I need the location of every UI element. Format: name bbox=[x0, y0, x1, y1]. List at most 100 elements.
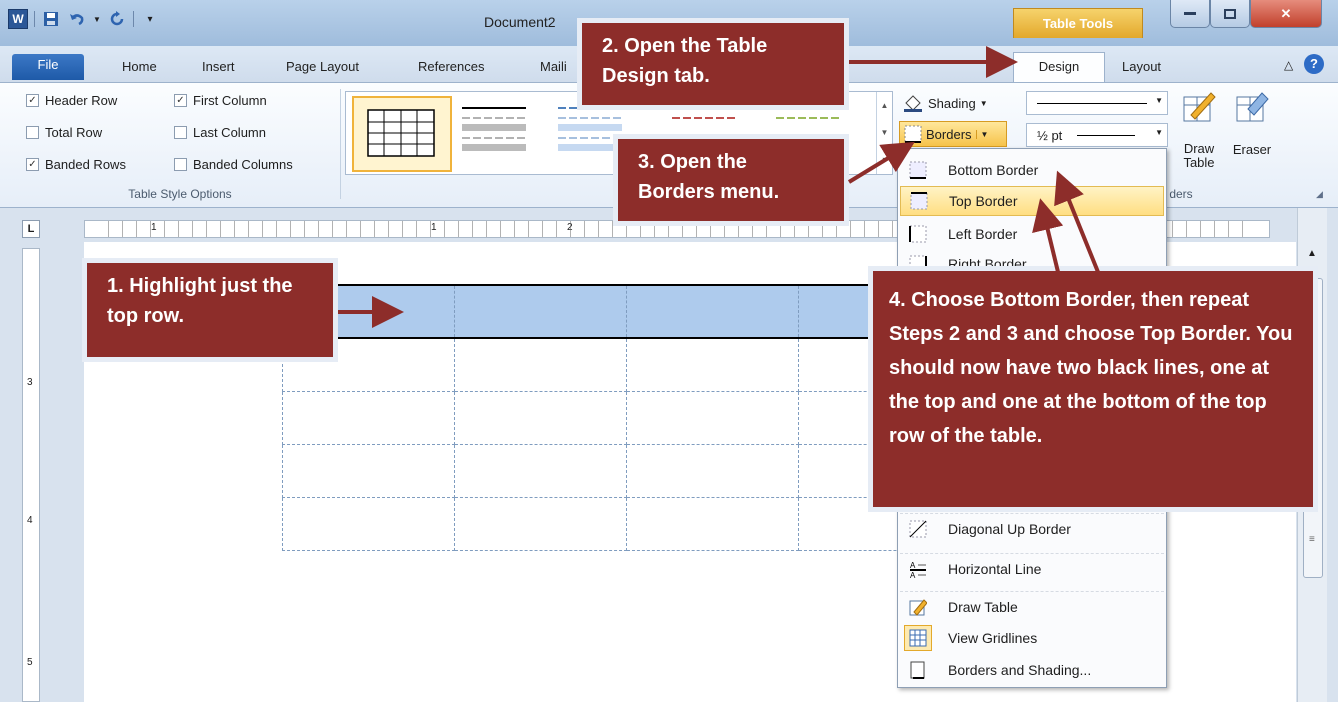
light-shading-style-icon bbox=[462, 107, 526, 151]
last-column-checkbox[interactable]: Last Column bbox=[174, 125, 266, 140]
shading-dropdown-icon[interactable]: ▼ bbox=[980, 99, 988, 108]
draw-table-button[interactable]: Draw Table bbox=[1176, 89, 1222, 175]
maximize-icon bbox=[1224, 8, 1236, 19]
eraser-button[interactable]: Eraser bbox=[1228, 89, 1276, 175]
table-cell[interactable] bbox=[282, 390, 455, 445]
tab-layout[interactable]: Layout bbox=[1112, 56, 1171, 82]
gallery-up-icon[interactable]: ▲ bbox=[877, 92, 892, 119]
minimize-icon bbox=[1184, 12, 1196, 15]
total-row-checkbox[interactable]: Total Row bbox=[26, 125, 102, 140]
callout-step-4: 4. Choose Bottom Border, then repeat Ste… bbox=[868, 266, 1318, 512]
left-border-icon bbox=[904, 221, 932, 247]
table-cell[interactable] bbox=[626, 390, 799, 445]
undo-icon[interactable] bbox=[67, 9, 87, 29]
gallery-more-icon[interactable]: ▾ bbox=[877, 146, 892, 173]
save-icon[interactable] bbox=[41, 9, 61, 29]
top-border-icon bbox=[905, 188, 933, 214]
document-title: Document2 bbox=[484, 14, 556, 30]
banded-columns-label: Banded Columns bbox=[193, 157, 293, 172]
tab-insert[interactable]: Insert bbox=[192, 56, 245, 82]
check-icon: ✓ bbox=[26, 158, 39, 171]
svg-text:A: A bbox=[910, 561, 916, 570]
borders-grid-icon bbox=[904, 125, 922, 143]
first-column-checkbox[interactable]: ✓ First Column bbox=[174, 93, 267, 108]
banded-rows-label: Banded Rows bbox=[45, 157, 126, 172]
table-style-light-shading[interactable] bbox=[462, 102, 526, 158]
table-cell[interactable] bbox=[454, 390, 627, 445]
minimize-ribbon-icon[interactable]: △ bbox=[1284, 58, 1293, 72]
eraser-label: Eraser bbox=[1232, 142, 1272, 157]
tab-selector[interactable]: L bbox=[22, 220, 40, 238]
pen-weight-value: ½ pt bbox=[1037, 128, 1063, 143]
bottom-border-icon bbox=[904, 157, 932, 183]
gallery-down-icon[interactable]: ▼ bbox=[877, 119, 892, 146]
borders-dropdown-icon[interactable]: ▼ bbox=[975, 129, 988, 139]
menu-label: View Gridlines bbox=[948, 630, 1038, 646]
pen-weight-dropdown-icon[interactable]: ▼ bbox=[1155, 128, 1163, 137]
tab-file[interactable]: File bbox=[12, 54, 84, 80]
table-cell[interactable] bbox=[626, 443, 799, 498]
help-icon[interactable]: ? bbox=[1304, 54, 1324, 74]
line-style-dropdown-icon[interactable]: ▼ bbox=[1155, 96, 1163, 105]
table-cell[interactable] bbox=[626, 284, 799, 339]
table-cell[interactable] bbox=[454, 337, 627, 392]
vertical-ruler[interactable]: 3 4 5 bbox=[22, 248, 40, 702]
shading-label: Shading bbox=[928, 95, 976, 111]
qat-separator bbox=[34, 11, 35, 27]
table-cell[interactable] bbox=[282, 443, 455, 498]
diagonal-up-border-icon bbox=[904, 516, 932, 542]
redo-icon[interactable] bbox=[107, 9, 127, 29]
shading-button[interactable]: Shading ▼ bbox=[902, 93, 988, 113]
menu-label: Left Border bbox=[948, 226, 1018, 242]
customize-qat-icon[interactable]: ▾ bbox=[140, 9, 160, 29]
menu-item-draw-table[interactable]: Draw Table bbox=[900, 591, 1164, 621]
menu-item-borders-and-shading[interactable]: Borders and Shading... bbox=[900, 655, 1164, 685]
unchecked-icon bbox=[26, 126, 39, 139]
minimize-button[interactable] bbox=[1170, 0, 1210, 28]
table-style-grid[interactable] bbox=[352, 96, 452, 172]
scroll-grip-icon: ≡ bbox=[1309, 534, 1315, 545]
table-cell[interactable] bbox=[626, 337, 799, 392]
banded-columns-checkbox[interactable]: Banded Columns bbox=[174, 157, 293, 172]
gallery-scroll[interactable]: ▲ ▼ ▾ bbox=[876, 92, 892, 174]
scroll-up-icon[interactable]: ▲ bbox=[1307, 248, 1317, 259]
menu-item-horizontal-line[interactable]: AA Horizontal Line bbox=[900, 553, 1164, 583]
borders-label: Borders bbox=[926, 126, 972, 142]
close-button[interactable]: ✕ bbox=[1250, 0, 1322, 28]
vruler-mark-4: 4 bbox=[27, 515, 33, 526]
maximize-button[interactable] bbox=[1210, 0, 1250, 28]
table-cell[interactable] bbox=[626, 496, 799, 551]
group-separator bbox=[340, 89, 341, 199]
menu-item-top-border[interactable]: Top Border bbox=[900, 186, 1164, 216]
table-cell[interactable] bbox=[454, 496, 627, 551]
borders-button[interactable]: Borders ▼ bbox=[899, 121, 1007, 147]
undo-dropdown-icon[interactable]: ▼ bbox=[93, 9, 101, 29]
tab-design[interactable]: Design bbox=[1013, 52, 1105, 82]
tab-mailings[interactable]: Maili bbox=[530, 56, 577, 82]
line-style-select[interactable]: ▼ bbox=[1026, 91, 1168, 115]
banded-rows-checkbox[interactable]: ✓ Banded Rows bbox=[26, 157, 126, 172]
table-cell[interactable] bbox=[282, 496, 455, 551]
menu-item-diagonal-up-border[interactable]: Diagonal Up Border bbox=[900, 513, 1164, 543]
table-cell[interactable] bbox=[454, 284, 627, 339]
pen-weight-select[interactable]: ½ pt ▼ bbox=[1026, 123, 1168, 147]
vruler-mark-5: 5 bbox=[27, 657, 33, 668]
menu-item-bottom-border[interactable]: Bottom Border bbox=[900, 155, 1164, 185]
grid-style-icon bbox=[367, 109, 435, 157]
tab-home[interactable]: Home bbox=[112, 56, 167, 82]
callout-step-1: 1. Highlight just the top row. bbox=[82, 258, 338, 362]
check-icon: ✓ bbox=[26, 94, 39, 107]
table-cell[interactable] bbox=[454, 443, 627, 498]
draw-table-label: Draw Table bbox=[1183, 141, 1215, 170]
menu-label: Top Border bbox=[949, 193, 1018, 209]
menu-label: Borders and Shading... bbox=[948, 662, 1092, 678]
tab-references[interactable]: References bbox=[408, 56, 494, 82]
header-row-checkbox[interactable]: ✓ Header Row bbox=[26, 93, 117, 108]
svg-text:A: A bbox=[910, 571, 916, 578]
quick-access-toolbar: W ▼ ▾ bbox=[8, 8, 160, 30]
menu-item-left-border[interactable]: Left Border bbox=[900, 219, 1164, 249]
tab-page-layout[interactable]: Page Layout bbox=[276, 56, 369, 82]
word-app-icon[interactable]: W bbox=[8, 9, 28, 29]
dialog-launcher-icon[interactable]: ◢ bbox=[1316, 189, 1323, 200]
menu-item-view-gridlines[interactable]: View Gridlines bbox=[900, 623, 1164, 653]
